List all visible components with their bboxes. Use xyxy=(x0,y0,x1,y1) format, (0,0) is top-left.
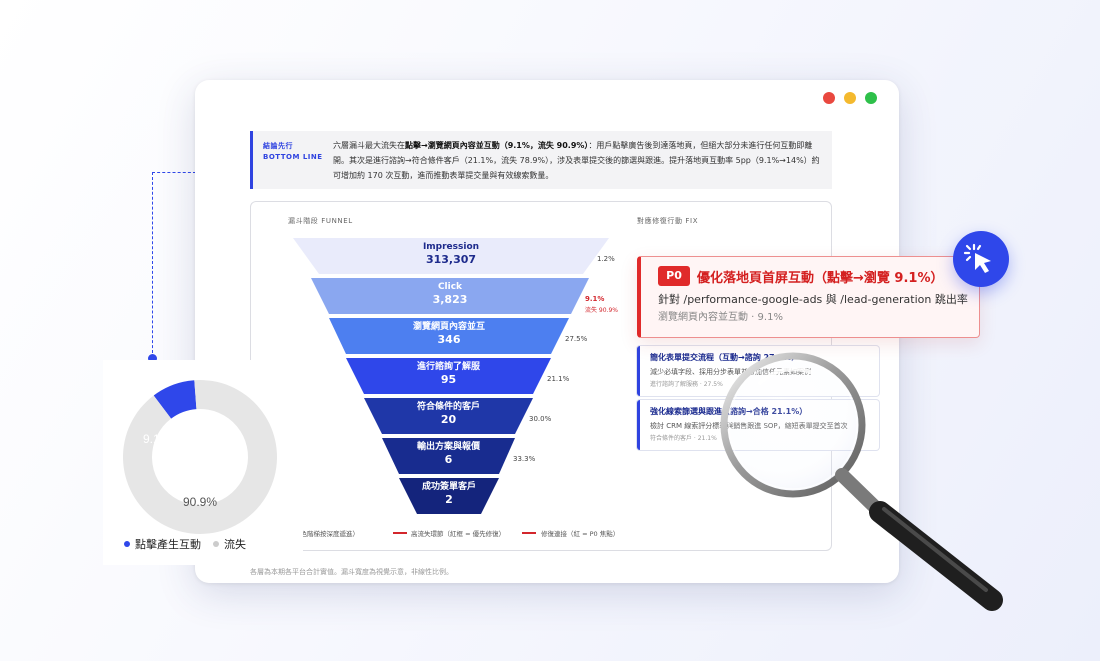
window-maximize-button[interactable] xyxy=(865,92,877,104)
bottom-line-summary: 結論先行 BOTTOM LINE 六層漏斗最大流失在點擊→瀏覽網頁內容並互動（9… xyxy=(250,131,832,189)
funnel-stage[interactable]: 進行諮詢了解服 95 xyxy=(346,358,551,394)
funnel-stage-name: 成功簽單客戶 xyxy=(421,482,476,492)
bottom-line-label: 結論先行 BOTTOM LINE xyxy=(263,141,323,163)
bottom-line-text: 六層漏斗最大流失在點擊→瀏覽網頁內容並互動（9.1%，流失 90.9%）：用戶點… xyxy=(333,138,825,183)
funnel-stage[interactable]: 輸出方案與報價 6 xyxy=(382,438,515,474)
funnel-stage-name: Click xyxy=(437,282,463,292)
funnel-stage-value: 346 xyxy=(437,333,461,346)
legend-red-line-2 xyxy=(522,532,536,534)
funnel-stage[interactable]: 瀏覽網頁內容並互 346 xyxy=(329,318,569,354)
funnel-stage-name: Impression xyxy=(422,242,480,252)
summary-prefix: 六層漏斗最大流失在 xyxy=(333,141,405,150)
window-controls xyxy=(823,92,877,104)
p0-description: 針對 /performance-google-ads 與 /lead-gener… xyxy=(658,293,968,306)
donut-slice-lost xyxy=(122,380,277,534)
conversion-rate: 9.1% xyxy=(585,295,605,303)
conversion-rate: 27.5% xyxy=(565,335,588,343)
funnel-stage-value: 95 xyxy=(440,373,457,386)
cursor-click-button[interactable] xyxy=(953,231,1009,287)
conversion-rate: 1.2% xyxy=(597,255,615,263)
funnel-stage-name: 輸出方案與報價 xyxy=(416,442,480,452)
donut-label-lost: 90.9% xyxy=(183,495,217,509)
summary-highlight: 點擊→瀏覽網頁內容並互動（9.1%，流失 90.9%） xyxy=(405,141,589,150)
funnel-stage-name: 符合條件的客戶 xyxy=(416,402,480,412)
fix-card-title: 簡化表單提交流程（互動→諮詢 27.5%） xyxy=(650,353,800,362)
fix-card-title: 強化線索篩選與跟進（諮詢→合格 21.1%） xyxy=(650,407,808,416)
legend-red-line-1 xyxy=(393,532,407,534)
funnel-stage-value: 2 xyxy=(445,493,453,506)
dashed-connector xyxy=(152,172,196,358)
funnel-stage-name: 瀏覽網頁內容並互 xyxy=(412,322,485,332)
fix-card-meta: 進行諮詢了解服務 · 27.5% xyxy=(650,381,723,388)
priority-badge: P0 xyxy=(658,266,690,286)
funnel-section-title: 漏斗階段 FUNNEL xyxy=(288,217,353,225)
donut-label-engaged: 9.1% xyxy=(143,432,171,446)
donut-chart: 9.1% 90.9% xyxy=(122,380,277,534)
fix-card-desc: 檢討 CRM 線索評分標準與銷售跟進 SOP，縮短表單提交至首次 xyxy=(650,422,848,430)
footnote: 各層為本期各平台合計實值。漏斗寬度為視覺示意，非線性比例。 xyxy=(250,568,453,576)
legend-dot-engaged xyxy=(124,541,130,547)
funnel-stage[interactable]: Impression 313,307 xyxy=(293,238,609,274)
conversion-rate: 21.1% xyxy=(547,375,570,383)
legend-label-lost: 流失 xyxy=(224,538,246,551)
fix-card-form[interactable]: 簡化表單提交流程（互動→諮詢 27.5%） 減少必填字段、採用分步表單並增加信任… xyxy=(637,346,879,396)
conversion-rate: 30.0% xyxy=(529,415,552,423)
legend-dot-lost xyxy=(213,541,219,547)
bottom-line-label-en: BOTTOM LINE xyxy=(263,153,323,161)
fix-card-desc: 減少必填字段、採用分步表單並增加信任元素如案例 xyxy=(650,368,811,376)
fix-card-meta: 符合條件的客戶 · 21.1% xyxy=(650,435,717,442)
funnel-stage-value: 20 xyxy=(440,413,457,426)
legend-label-engaged: 點擊產生互動 xyxy=(135,538,201,551)
p0-meta: 瀏覽網頁內容並互動 · 9.1% xyxy=(658,312,783,323)
engagement-donut-card: 9.1% 90.9% xyxy=(103,360,303,565)
bottom-line-label-zh: 結論先行 xyxy=(263,142,293,150)
window-minimize-button[interactable] xyxy=(844,92,856,104)
donut-legend: 點擊產生互動 流失 xyxy=(124,536,246,552)
fix-section-title: 對應修復行動 FIX xyxy=(637,217,699,225)
p0-title: 優化落地頁首屏互動（點擊→瀏覽 9.1%） xyxy=(697,271,944,286)
legend-high-loss: 高流失環節（紅框 = 優先修復） xyxy=(411,530,506,538)
funnel-stage[interactable]: 成功簽單客戶 2 xyxy=(399,478,499,514)
funnel-stage[interactable]: Click 3,823 xyxy=(311,278,589,314)
legend-item-engaged: 點擊產生互動 xyxy=(124,536,201,552)
conversion-rate: 33.3% xyxy=(513,455,536,463)
fix-card-leads[interactable]: 強化線索篩選與跟進（諮詢→合格 21.1%） 檢討 CRM 線索評分標準與銷售跟… xyxy=(637,400,879,450)
funnel-stage[interactable]: 符合條件的客戶 20 xyxy=(364,398,533,434)
legend-fix-link: 修復連接（紅 = P0 焦點） xyxy=(541,530,620,538)
p0-fix-card[interactable]: P0 優化落地頁首屏互動（點擊→瀏覽 9.1%） 針對 /performance… xyxy=(637,256,980,338)
funnel-stage-value: 3,823 xyxy=(432,293,468,306)
drop-off-rate: 流失 90.9% xyxy=(585,307,618,314)
funnel-stage-value: 313,307 xyxy=(425,253,477,266)
window-close-button[interactable] xyxy=(823,92,835,104)
funnel-stage-name: 進行諮詢了解服 xyxy=(416,362,480,372)
cursor-click-icon xyxy=(963,243,991,273)
legend-item-lost: 流失 xyxy=(213,536,246,552)
funnel-stage-value: 6 xyxy=(444,453,453,466)
